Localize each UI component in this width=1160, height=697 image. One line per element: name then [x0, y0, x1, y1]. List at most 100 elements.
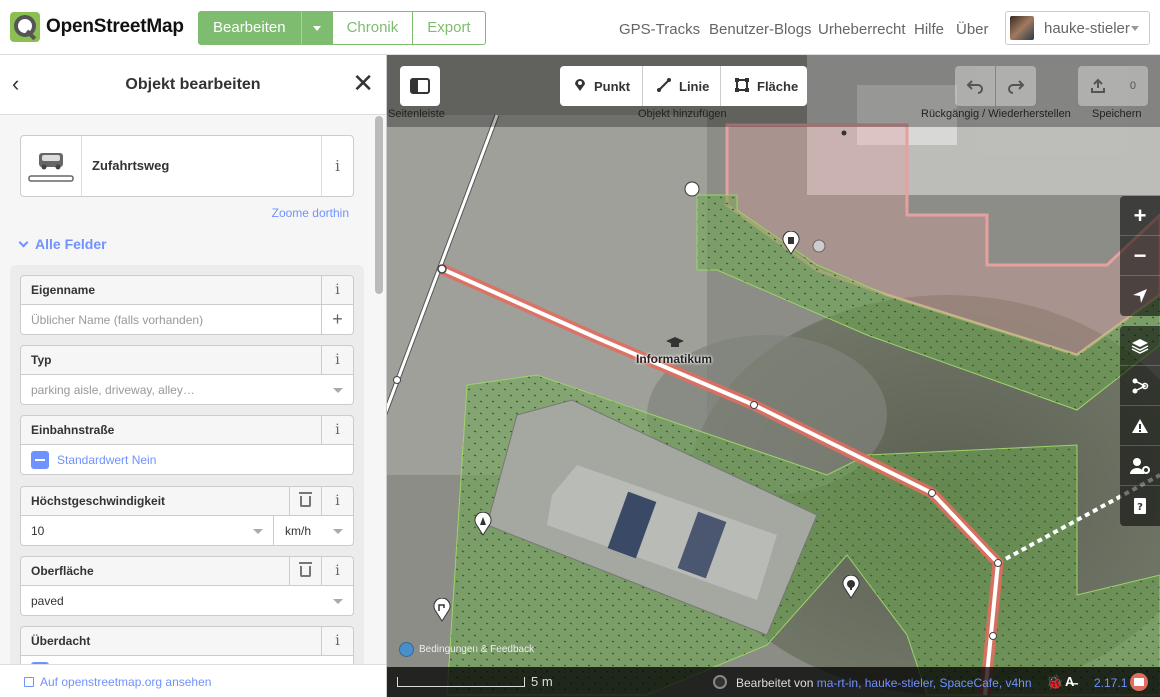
add-point-button[interactable]: Punkt	[560, 66, 643, 106]
field-name: Eigenname i Üblicher Name (falls vorhand…	[20, 275, 354, 335]
close-icon[interactable]: ✕	[352, 70, 374, 96]
sidebar-caption: Seitenleiste	[388, 108, 445, 120]
sidebar-header: ‹ Objekt bearbeiten ✕	[0, 55, 386, 115]
chevron-down-icon	[253, 529, 263, 534]
bug-icon[interactable]: 🐞	[1046, 674, 1063, 691]
field-info-button[interactable]: i	[321, 416, 353, 444]
map-data-icon	[1132, 378, 1149, 393]
field-info-button[interactable]: i	[321, 276, 353, 304]
globe-icon	[399, 642, 414, 657]
layers-icon	[1131, 338, 1149, 354]
preset-info-button[interactable]: i	[321, 136, 353, 196]
add-area-button[interactable]: Fläche	[721, 66, 807, 106]
nav-copyright[interactable]: Urheberrecht	[818, 21, 906, 38]
surface-combo[interactable]: paved	[20, 586, 354, 616]
tree-pin-icon[interactable]	[841, 575, 861, 599]
user-name: hauke-stieler	[1044, 19, 1130, 37]
edited-by-users[interactable]: ma-rt-in, hauke-stieler, SpaceCafe, v4hn	[817, 676, 1032, 690]
nav-gps-traces[interactable]: GPS-Tracks	[619, 21, 700, 38]
surface-value: paved	[31, 593, 64, 608]
car-road-icon	[21, 136, 82, 196]
type-combo[interactable]: parking aisle, driveway, alley…	[20, 375, 354, 405]
edit-button-group: Bearbeiten Chronik Export	[198, 11, 486, 45]
trash-icon[interactable]	[289, 557, 321, 585]
zoom-out-button[interactable]: −	[1120, 236, 1160, 276]
sidebar: ‹ Objekt bearbeiten ✕ Zufahrtsweg i Zoom…	[0, 55, 387, 697]
oneway-check[interactable]: Standardwert Nein	[20, 445, 354, 475]
chevron-down-icon	[333, 529, 343, 534]
map-canvas[interactable]: Informatikum Seitenleiste Punkt Linie Fl…	[387, 55, 1160, 697]
zoom-controls: + −	[1120, 196, 1160, 316]
undo-button[interactable]	[955, 66, 995, 106]
sidebar-scrollbar[interactable]	[375, 116, 383, 294]
osm-logo[interactable]: OpenStreetMap	[10, 12, 184, 42]
entrance-pin-icon[interactable]	[473, 512, 493, 536]
all-fields-toggle[interactable]: Alle Felder	[18, 236, 107, 252]
field-maxspeed: Höchstgeschwindigkeit i 10 km/h	[20, 486, 354, 546]
preset-button[interactable]: Zufahrtsweg i	[20, 135, 354, 197]
undo-icon	[966, 80, 983, 94]
covered-check[interactable]	[20, 656, 354, 664]
history-button[interactable]: Chronik	[332, 11, 414, 45]
point-icon	[574, 78, 586, 95]
field-info-button[interactable]: i	[321, 627, 353, 655]
add-line-button[interactable]: Linie	[643, 66, 721, 106]
help-button[interactable]: ?	[1120, 486, 1160, 526]
view-on-osm-link[interactable]: Auf openstreetmap.org ansehen	[24, 675, 211, 689]
line-icon	[657, 77, 671, 95]
add-localized-name-button[interactable]: +	[321, 305, 353, 334]
type-placeholder: parking aisle, driveway, alley…	[31, 382, 195, 397]
chevron-down-icon	[333, 599, 343, 604]
nav-user-diaries[interactable]: Benutzer-Blogs	[709, 21, 812, 38]
osm-logo-icon	[10, 12, 40, 42]
zoom-to-link[interactable]: Zoome dorthin	[272, 206, 349, 220]
waste-basket-pin-icon[interactable]	[781, 231, 801, 255]
redo-button[interactable]	[996, 66, 1036, 106]
field-surface: Oberfläche i paved	[20, 556, 354, 616]
preferences-button[interactable]	[1120, 446, 1160, 486]
field-info-button[interactable]: i	[321, 487, 353, 515]
field-label: Einbahnstraße	[31, 423, 115, 437]
field-info-button[interactable]: i	[321, 557, 353, 585]
add-line-label: Linie	[679, 78, 710, 94]
scale-label: 5 m	[531, 674, 553, 689]
nav-about[interactable]: Über	[956, 21, 989, 38]
scale-bar[interactable]	[397, 677, 525, 687]
chevron-down-icon	[333, 388, 343, 393]
sidebar-body[interactable]: Zufahrtsweg i Zoome dorthin Alle Felder …	[0, 116, 386, 664]
geolocate-button[interactable]	[1120, 276, 1160, 316]
name-input[interactable]: Üblicher Name (falls vorhanden) +	[20, 305, 354, 335]
edit-dropdown-button[interactable]	[300, 11, 333, 45]
background-button[interactable]	[1120, 326, 1160, 366]
issues-button[interactable]	[1120, 406, 1160, 446]
edit-button[interactable]: Bearbeiten	[198, 11, 301, 45]
add-area-label: Fläche	[757, 78, 799, 94]
maxspeed-unit[interactable]: km/h	[285, 524, 311, 538]
field-label-row: Typ i	[20, 345, 354, 375]
field-label: Oberfläche	[31, 564, 94, 578]
location-arrow-icon	[1133, 289, 1147, 303]
terms-feedback-link[interactable]: Bedingungen & Feedback	[399, 642, 534, 657]
waste-disposal-pin-icon[interactable]	[432, 598, 452, 622]
sidebar-icon	[410, 78, 430, 94]
nav-help[interactable]: Hilfe	[914, 21, 944, 38]
gift-icon[interactable]	[1130, 673, 1148, 691]
translate-icon[interactable]: A̶	[1065, 674, 1074, 689]
upload-icon	[1090, 78, 1105, 93]
sidebar-toggle-button[interactable]	[400, 66, 440, 106]
field-info-button[interactable]: i	[321, 346, 353, 374]
edited-by-icon	[713, 675, 727, 689]
trash-icon[interactable]	[289, 487, 321, 515]
zoom-in-button[interactable]: +	[1120, 196, 1160, 236]
field-label-row: Höchstgeschwindigkeit i	[20, 486, 354, 516]
user-menu[interactable]: hauke-stieler	[1005, 11, 1150, 45]
field-label-row: Einbahnstraße i	[20, 415, 354, 445]
name-placeholder: Üblicher Name (falls vorhanden)	[31, 312, 204, 327]
app-root: OpenStreetMap Bearbeiten Chronik Export …	[0, 0, 1160, 697]
export-button[interactable]: Export	[413, 11, 486, 45]
field-label: Überdacht	[31, 634, 91, 648]
maxspeed-input[interactable]: 10 km/h	[20, 516, 354, 546]
version-link[interactable]: 2.17.1	[1094, 676, 1127, 690]
map-data-button[interactable]	[1120, 366, 1160, 406]
save-button[interactable]: 0	[1078, 66, 1148, 106]
